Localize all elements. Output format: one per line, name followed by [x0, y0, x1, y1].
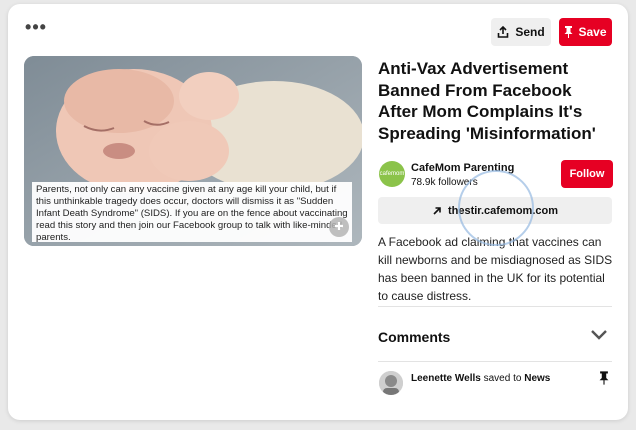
arrow-up-right-icon [433, 206, 441, 215]
comments-heading: Comments [378, 329, 451, 345]
pin-title: Anti-Vax Advertisement Banned From Faceb… [378, 59, 596, 143]
image-overlay-icon[interactable]: ✚ [329, 217, 349, 237]
image-caption: Parents, not only can any vaccine given … [32, 182, 352, 243]
divider [378, 306, 612, 307]
follow-button[interactable]: Follow [561, 160, 613, 188]
share-icon [498, 26, 509, 38]
chevron-down-icon[interactable] [590, 328, 608, 342]
source-link[interactable]: thestir.cafemom.com [378, 197, 612, 224]
saved-activity: Leenette Wells saved to News [411, 373, 550, 384]
source-domain: thestir.cafemom.com [447, 204, 559, 217]
user-photo [379, 371, 403, 395]
follower-count: 78.9k followers [411, 177, 478, 188]
ellipsis-icon: ••• [25, 17, 47, 37]
author-avatar[interactable]: cafemom [379, 161, 405, 187]
pin-description: A Facebook ad claiming that vaccines can… [378, 235, 613, 303]
board-name[interactable]: News [524, 373, 550, 384]
send-button[interactable]: Send [491, 18, 551, 46]
divider [378, 361, 612, 362]
saved-action-text: saved to [483, 373, 522, 384]
more-options-button[interactable]: ••• [22, 17, 50, 42]
saver-avatar[interactable] [379, 371, 403, 395]
save-button[interactable]: Save [559, 18, 612, 46]
send-label: Send [515, 25, 545, 39]
pin-icon [564, 26, 573, 38]
saver-name[interactable]: Leenette Wells [411, 373, 481, 384]
save-label: Save [578, 25, 607, 39]
pin-image[interactable]: Parents, not only can any vaccine given … [24, 56, 362, 246]
pin-icon [599, 371, 609, 385]
author-name[interactable]: CafeMom Parenting [411, 162, 514, 174]
